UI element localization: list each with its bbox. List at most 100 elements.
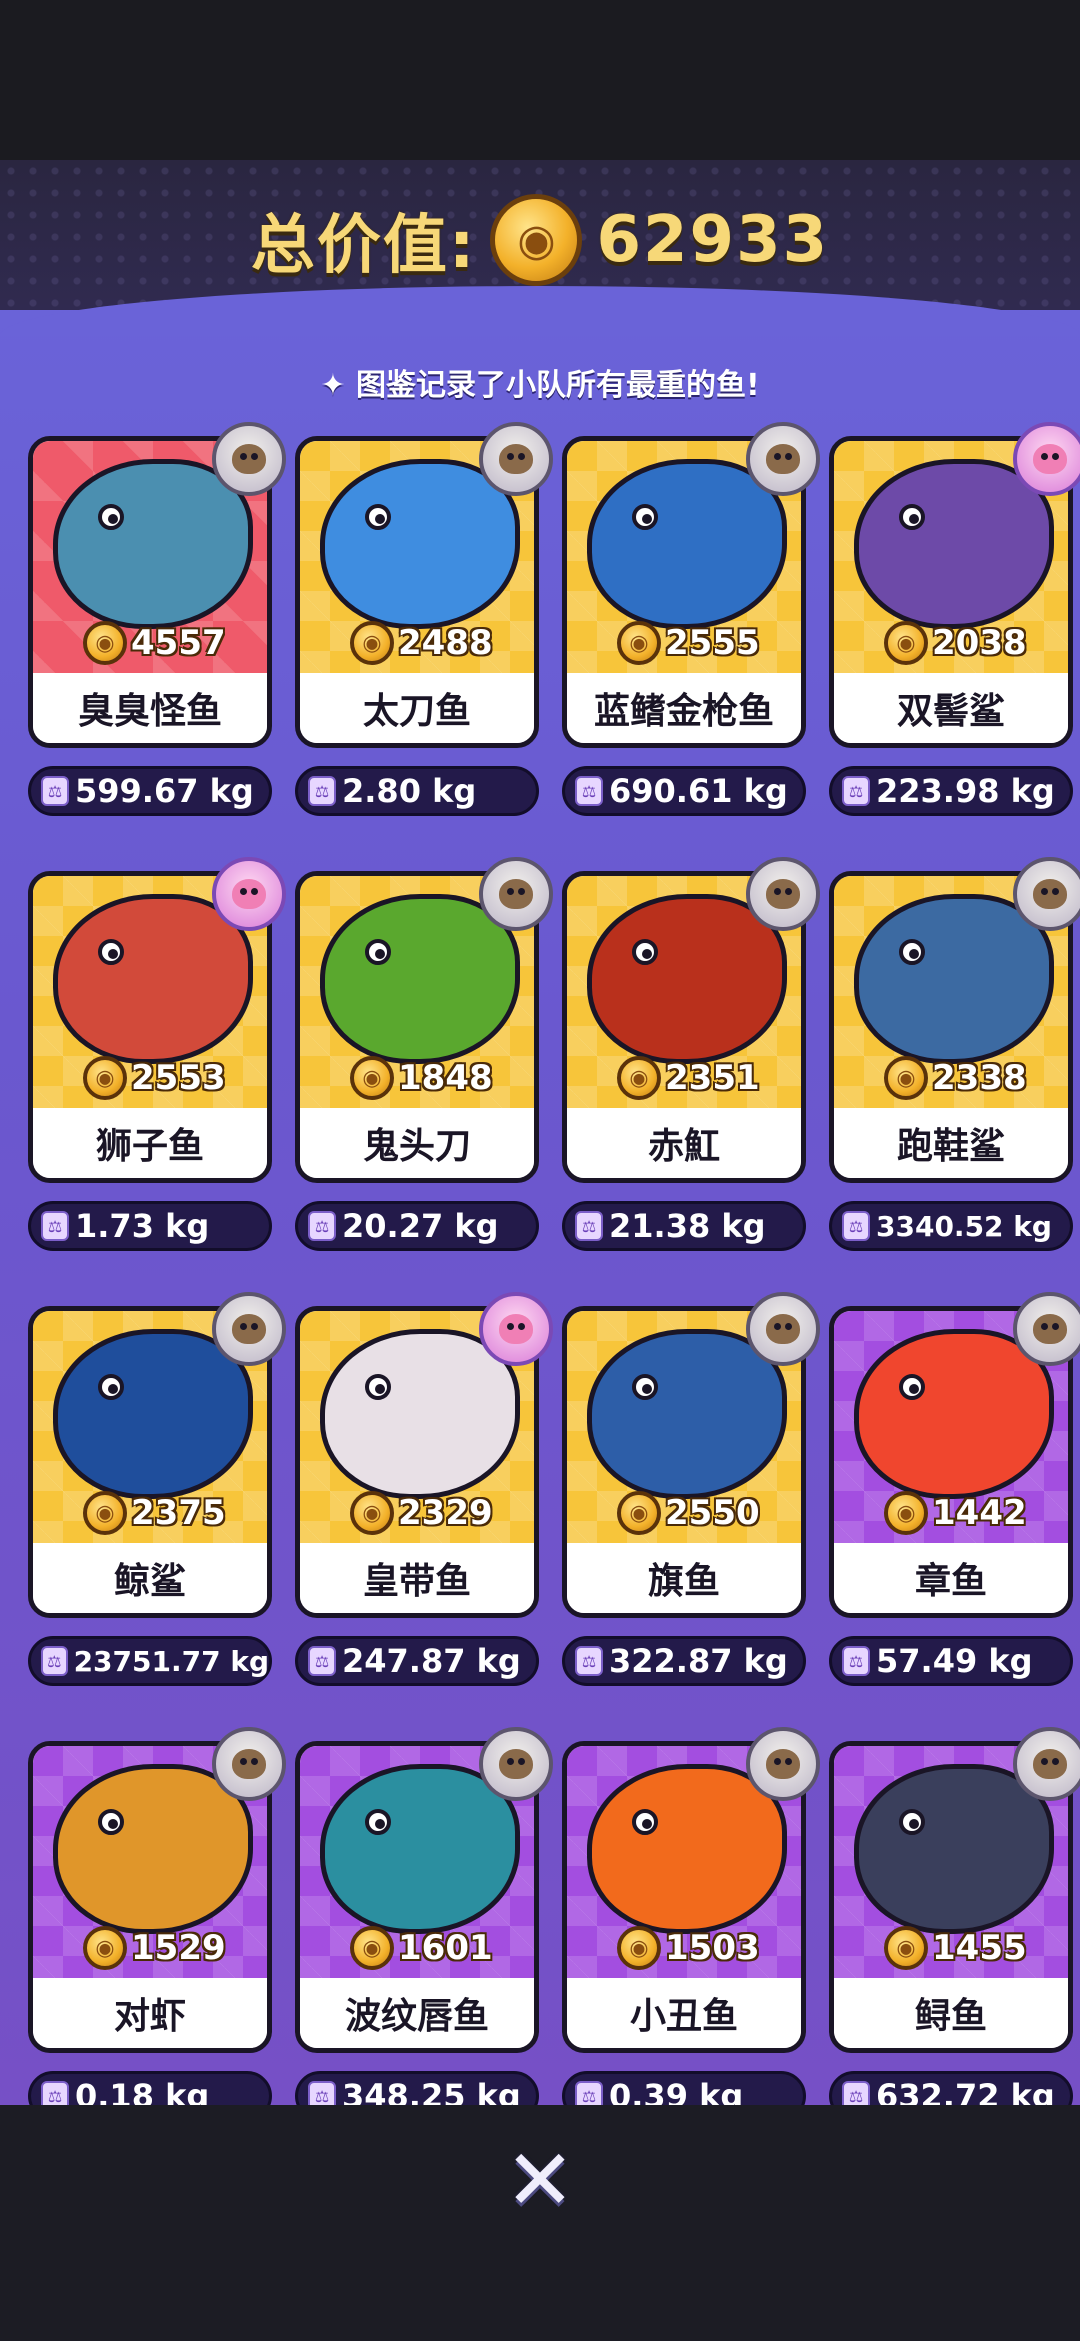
- fish-name: 小丑鱼: [567, 1978, 801, 2048]
- fish-price-value: 1529: [131, 1928, 226, 1968]
- fish-card[interactable]: ◉ 1442 章鱼 ⚖ 57.49 kg: [829, 1292, 1080, 1696]
- fish-name: 臭臭怪鱼: [33, 673, 267, 743]
- fish-price-value: 2555: [665, 623, 760, 663]
- fish-weight-pill: ⚖ 57.49 kg: [829, 1636, 1073, 1686]
- coin-icon: ◉: [350, 1056, 394, 1100]
- fish-name: 皇带鱼: [300, 1543, 534, 1613]
- fish-weight-value: 57.49 kg: [876, 1642, 1033, 1680]
- fish-eye: [365, 1374, 391, 1400]
- fish-price: ◉ 2351: [617, 1056, 760, 1100]
- fish-weight-pill: ⚖ 2.80 kg: [295, 766, 539, 816]
- fish-name: 赤魟: [567, 1108, 801, 1178]
- fish-eye: [98, 939, 124, 965]
- fish-card[interactable]: ◉ 2375 鲸鲨 ⚖ 23751.77 kg: [28, 1292, 286, 1696]
- fish-eye: [365, 1809, 391, 1835]
- fish-card[interactable]: ◉ 2338 跑鞋鲨 ⚖ 3340.52 kg: [829, 857, 1080, 1261]
- fish-price: ◉ 1442: [884, 1491, 1027, 1535]
- fish-card[interactable]: ◉ 2351 赤魟 ⚖ 21.38 kg: [562, 857, 820, 1261]
- fish-price: ◉ 2555: [617, 621, 760, 665]
- fish-eye: [98, 504, 124, 530]
- fish-name: 波纹唇鱼: [300, 1978, 534, 2048]
- total-value-row: 总价值: ◉ 62933: [0, 185, 1080, 295]
- catcher-avatar: [479, 422, 553, 496]
- fish-price-value: 2329: [398, 1493, 493, 1533]
- catcher-avatar: [746, 422, 820, 496]
- fish-price: ◉ 4557: [83, 621, 226, 665]
- fish-card[interactable]: ◉ 1601 波纹唇鱼 ⚖ 348.25 kg: [295, 1727, 553, 2131]
- fish-card[interactable]: ◉ 2488 太刀鱼 ⚖ 2.80 kg: [295, 422, 553, 826]
- coin-icon: ◉: [884, 1056, 928, 1100]
- coin-icon: ◉: [884, 621, 928, 665]
- fish-name: 对虾: [33, 1978, 267, 2048]
- fish-weight-pill: ⚖ 247.87 kg: [295, 1636, 539, 1686]
- fish-eye: [899, 1809, 925, 1835]
- catcher-avatar: [1013, 857, 1080, 931]
- weight-icon: ⚖: [308, 1211, 336, 1241]
- fish-weight-value: 20.27 kg: [342, 1207, 499, 1245]
- weight-icon: ⚖: [308, 1646, 336, 1676]
- fish-card[interactable]: ◉ 1503 小丑鱼 ⚖ 0.39 kg: [562, 1727, 820, 2131]
- fish-card[interactable]: ◉ 2038 双髻鲨 ⚖ 223.98 kg: [829, 422, 1080, 826]
- fish-card[interactable]: ◉ 2553 狮子鱼 ⚖ 1.73 kg: [28, 857, 286, 1261]
- catcher-avatar: [746, 857, 820, 931]
- fish-card[interactable]: ◉ 1455 鲟鱼 ⚖ 632.72 kg: [829, 1727, 1080, 2131]
- catcher-avatar: [1013, 422, 1080, 496]
- fish-price-value: 2338: [932, 1058, 1027, 1098]
- fish-weight-value: 23751.77 kg: [73, 1644, 269, 1678]
- coin-icon: ◉: [83, 621, 127, 665]
- fish-weight-value: 3340.52 kg: [876, 1209, 1052, 1243]
- fish-card[interactable]: ◉ 1529 对虾 ⚖ 0.18 kg: [28, 1727, 286, 2131]
- fish-name: 狮子鱼: [33, 1108, 267, 1178]
- weight-icon: ⚖: [842, 1211, 870, 1241]
- collection-subtitle: ✦ 图鉴记录了小队所有最重的鱼!: [320, 368, 760, 403]
- coin-icon: ◉: [490, 194, 583, 286]
- fish-card[interactable]: ◉ 4557 臭臭怪鱼 ⚖ 599.67 kg: [28, 422, 286, 826]
- fish-weight-value: 599.67 kg: [75, 772, 254, 810]
- fish-weight-pill: ⚖ 21.38 kg: [562, 1201, 806, 1251]
- weight-icon: ⚖: [575, 776, 603, 806]
- fish-price: ◉ 2375: [83, 1491, 226, 1535]
- fish-weight-pill: ⚖ 23751.77 kg: [28, 1636, 272, 1686]
- fish-price: ◉ 2329: [350, 1491, 493, 1535]
- weight-icon: ⚖: [41, 776, 69, 806]
- fish-weight-pill: ⚖ 690.61 kg: [562, 766, 806, 816]
- fish-price: ◉ 2488: [350, 621, 493, 665]
- coin-icon: ◉: [884, 1491, 928, 1535]
- close-icon[interactable]: ✕: [500, 2131, 580, 2229]
- fish-card[interactable]: ◉ 2329 皇带鱼 ⚖ 247.87 kg: [295, 1292, 553, 1696]
- total-value-label: 总价值:: [250, 209, 477, 283]
- catcher-avatar: [746, 1727, 820, 1801]
- fish-price: ◉ 1529: [83, 1926, 226, 1970]
- fish-card[interactable]: ◉ 1848 鬼头刀 ⚖ 20.27 kg: [295, 857, 553, 1261]
- fish-eye: [98, 1374, 124, 1400]
- fish-name: 鲟鱼: [834, 1978, 1068, 2048]
- fish-name: 鲸鲨: [33, 1543, 267, 1613]
- fish-price-value: 4557: [131, 623, 226, 663]
- fish-weight-pill: ⚖ 322.87 kg: [562, 1636, 806, 1686]
- fish-price-value: 1442: [932, 1493, 1027, 1533]
- fish-name: 旗鱼: [567, 1543, 801, 1613]
- coin-icon: ◉: [83, 1491, 127, 1535]
- fish-card[interactable]: ◉ 2550 旗鱼 ⚖ 322.87 kg: [562, 1292, 820, 1696]
- fish-price-value: 2038: [932, 623, 1027, 663]
- coin-icon: ◉: [83, 1926, 127, 1970]
- fish-eye: [98, 1809, 124, 1835]
- fish-price: ◉ 2038: [884, 621, 1027, 665]
- fish-name: 章鱼: [834, 1543, 1068, 1613]
- fish-card[interactable]: ◉ 2555 蓝鳍金枪鱼 ⚖ 690.61 kg: [562, 422, 820, 826]
- fish-name: 跑鞋鲨: [834, 1108, 1068, 1178]
- fish-eye: [632, 504, 658, 530]
- fish-name: 太刀鱼: [300, 673, 534, 743]
- fish-price: ◉ 1503: [617, 1926, 760, 1970]
- fish-price-value: 2351: [665, 1058, 760, 1098]
- fish-name: 双髻鲨: [834, 673, 1068, 743]
- fish-price-value: 1601: [398, 1928, 493, 1968]
- fish-eye: [365, 504, 391, 530]
- fish-eye: [899, 1374, 925, 1400]
- fish-price-value: 2488: [398, 623, 493, 663]
- fish-eye: [632, 1374, 658, 1400]
- fish-weight-value: 1.73 kg: [75, 1207, 210, 1245]
- catcher-avatar: [479, 1292, 553, 1366]
- fish-price: ◉ 1455: [884, 1926, 1027, 1970]
- weight-icon: ⚖: [41, 1646, 68, 1676]
